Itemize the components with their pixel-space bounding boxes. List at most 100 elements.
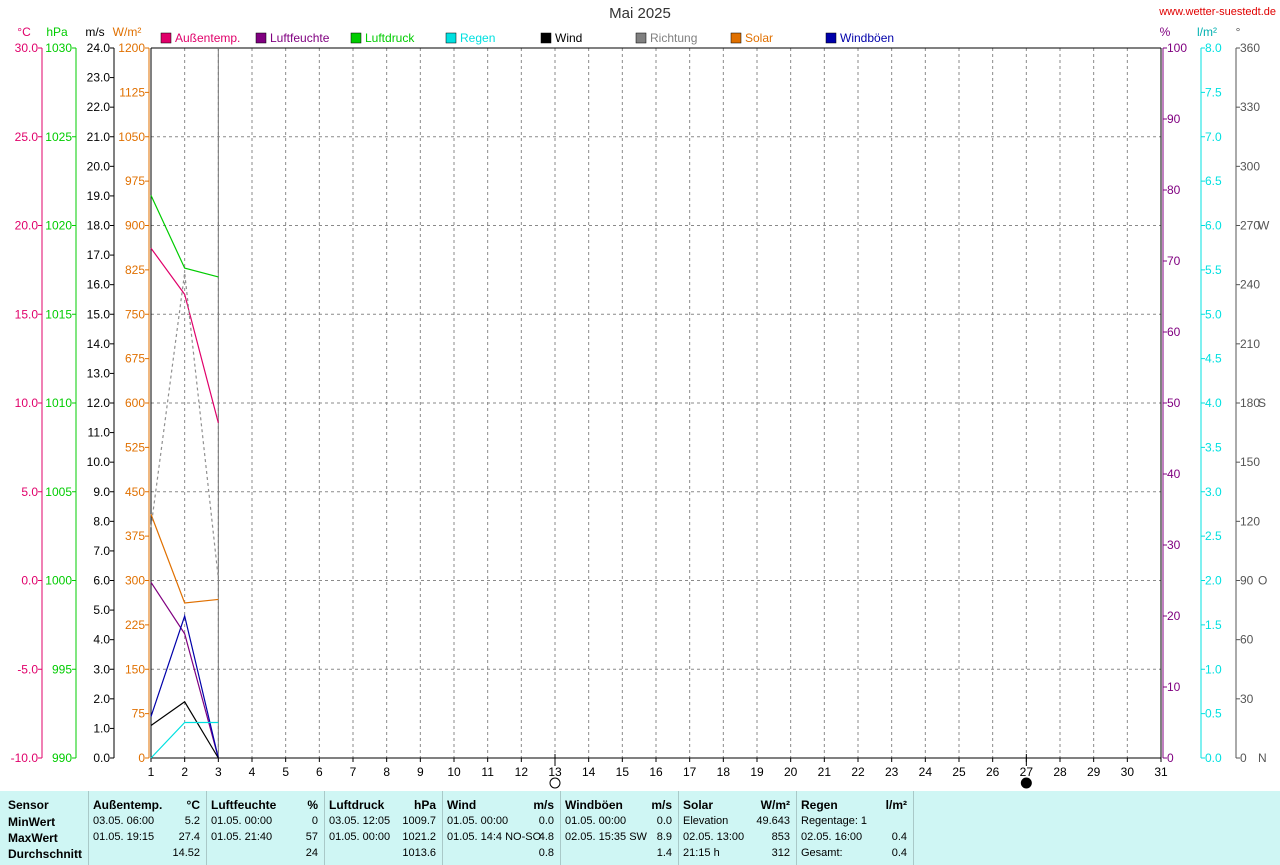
- y-tick-label-direction: 360: [1240, 41, 1260, 55]
- x-tick-label: 21: [818, 765, 832, 779]
- x-tick-label: 5: [282, 765, 289, 779]
- y-tick-label-wind: 19.0: [87, 189, 111, 203]
- y-tick-label-wind: 2.0: [93, 692, 110, 706]
- y-tick-label-humidity: 100: [1167, 41, 1187, 55]
- y-tick-label-wind: 9.0: [93, 485, 110, 499]
- stats-column-title: Solar: [683, 798, 714, 812]
- stats-cell-value: 0.4: [891, 847, 907, 859]
- stats-column-luftdruck: Luftdruck hPa 03.05. 12:05 1009.7 01.05. 00:…: [325, 791, 443, 865]
- chart-title: Mai 2025: [609, 5, 671, 22]
- stats-cell-value: 312: [771, 847, 790, 859]
- axis-unit-wind: m/s: [85, 25, 104, 39]
- stats-cell-label: 01.05. 00:00: [447, 815, 509, 827]
- stats-cell-label: 01.05. 14:4 NO-SO: [447, 831, 542, 843]
- y-tick-label-solar: 0: [138, 751, 145, 765]
- axis-unit-rain: l/m²: [1197, 25, 1217, 39]
- stats-column-title: Windböen: [565, 798, 623, 812]
- y-tick-label-solar: 975: [125, 174, 145, 188]
- y-tick-label-solar: 675: [125, 352, 145, 366]
- y-tick-label-rain: 5.0: [1205, 307, 1222, 321]
- y-tick-label-wind: 22.0: [87, 100, 111, 114]
- y-tick-label-pressure: 1000: [45, 574, 72, 588]
- weather-chart: 1 2 3 4 5 6 7 8 9 10 11 12 13 14 15 16 17 18 19 20 21 22 23 24 2…: [11, 25, 1270, 789]
- y-tick-label-wind: 11.0: [88, 426, 111, 440]
- y-tick-label-temp: 0.0: [21, 574, 38, 588]
- y-tick-label-humidity: 10: [1167, 680, 1181, 694]
- x-tick-label: 25: [952, 765, 966, 779]
- y-tick-label-rain: 0.0: [1205, 751, 1222, 765]
- stats-cell-value: 0.0: [656, 815, 672, 827]
- stats-cell-label: 03.05. 12:05: [329, 815, 391, 827]
- stats-column-solar: Solar W/m² Elevation 49.643 02.05. 13:00 853 2…: [679, 791, 797, 865]
- legend-label: Luftfeuchte: [270, 31, 330, 45]
- y-tick-label-wind: 7.0: [93, 544, 110, 558]
- stats-column-title: Luftfeuchte: [211, 798, 277, 812]
- y-tick-label-pressure: 1015: [45, 307, 72, 321]
- y-tick-label-pressure: 1005: [45, 485, 72, 499]
- site-link[interactable]: www.wetter-suestedt.de: [1159, 6, 1276, 18]
- y-tick-label-solar: 1200: [118, 41, 145, 55]
- stats-table: Sensor MinWert MaxWert Durchschnitt Auße…: [0, 791, 1280, 865]
- y-tick-label-direction: 240: [1240, 278, 1260, 292]
- y-tick-label-wind: 8.0: [93, 514, 110, 528]
- y-tick-label-temp: 25.0: [15, 130, 39, 144]
- x-tick-label: 13: [548, 765, 562, 779]
- stats-column-unit: W/m²: [760, 798, 790, 812]
- legend-swatch: [160, 32, 172, 44]
- y-tick-label-rain: 7.0: [1205, 130, 1222, 144]
- x-tick-label: 12: [515, 765, 529, 779]
- axis-unit-solar: W/m²: [113, 25, 142, 39]
- y-tick-label-direction: 300: [1240, 159, 1260, 173]
- row-label-max: MaxWert: [8, 831, 58, 845]
- new-moon-icon: [1020, 777, 1032, 789]
- legend-label: Solar: [745, 31, 773, 45]
- y-tick-label-direction: 30: [1240, 692, 1254, 706]
- y-tick-label-temp: 30.0: [15, 41, 39, 55]
- y-tick-label-rain: 6.5: [1205, 174, 1222, 188]
- stats-column-title: Luftdruck: [329, 798, 385, 812]
- y-tick-label-solar: 1125: [119, 85, 145, 99]
- y-tick-label-solar: 150: [125, 662, 145, 676]
- y-tick-label-pressure: 995: [52, 662, 72, 676]
- y-tick-label-wind: 24.0: [87, 41, 111, 55]
- stats-cell-value: 14.52: [172, 847, 200, 859]
- stats-column-luftfeuchte: Luftfeuchte% 01.05. 00:00 0 01.05. 21:40 57 2…: [207, 791, 325, 865]
- y-tick-label-direction: 60: [1240, 633, 1254, 647]
- x-tick-label: 11: [481, 765, 494, 779]
- stats-cell-label: 21:15 h: [683, 847, 720, 859]
- axis-unit-direction: °: [1236, 25, 1241, 39]
- y-tick-label-rain: 2.0: [1205, 574, 1222, 588]
- y-tick-label-humidity: 50: [1167, 396, 1181, 410]
- y-tick-label-humidity: 20: [1167, 609, 1181, 623]
- y-tick-label-rain: 4.5: [1205, 352, 1222, 366]
- stats-cell-value: 0.8: [538, 847, 554, 859]
- stats-column-title: Außentemp.: [93, 798, 163, 812]
- x-tick-label: 14: [582, 765, 596, 779]
- stats-cell-value: 4.8: [538, 831, 554, 843]
- y-tick-label-solar: 300: [125, 574, 145, 588]
- y-tick-label-rain: 4.0: [1205, 396, 1222, 410]
- legend-label: Regen: [460, 31, 495, 45]
- stats-column-außentemp.: Außentemp. °C 03.05. 06:00 5.2 01.05. 19:15 2…: [89, 791, 207, 865]
- stats-cell-label: 03.05. 06:00: [93, 815, 155, 827]
- y-tick-label-wind: 16.0: [87, 278, 111, 292]
- y-tick-label-pressure: 1025: [45, 130, 72, 144]
- y-tick-label-solar: 525: [125, 440, 145, 454]
- legend-swatch: [825, 32, 837, 44]
- stats-column-regen: Regen l/m² Regentage: 1 02.05. 16:00 0.4 Gesa…: [797, 791, 914, 865]
- y-tick-label-direction: 150: [1240, 455, 1260, 469]
- x-tick-label: 26: [986, 765, 1000, 779]
- stats-column-wind: Wind m/s 01.05. 00:00 0.0 01.05. 14:4 NO-SO 4…: [443, 791, 561, 865]
- legend-swatch: [730, 32, 742, 44]
- x-tick-label: 4: [249, 765, 256, 779]
- x-tick-label: 29: [1087, 765, 1101, 779]
- stats-cell-label: Gesamt:: [801, 847, 843, 859]
- row-label-sensor: Sensor: [8, 798, 49, 812]
- y-tick-label-rain: 1.0: [1205, 662, 1222, 676]
- x-tick-label: 31: [1154, 765, 1168, 779]
- stats-cell-label: 01.05. 19:15: [93, 831, 155, 843]
- y-tick-label-rain: 2.5: [1205, 529, 1222, 543]
- y-tick-label-wind: 10.0: [87, 455, 111, 469]
- y-tick-label-pressure: 1020: [45, 219, 72, 233]
- y-tick-label-humidity: 80: [1167, 183, 1181, 197]
